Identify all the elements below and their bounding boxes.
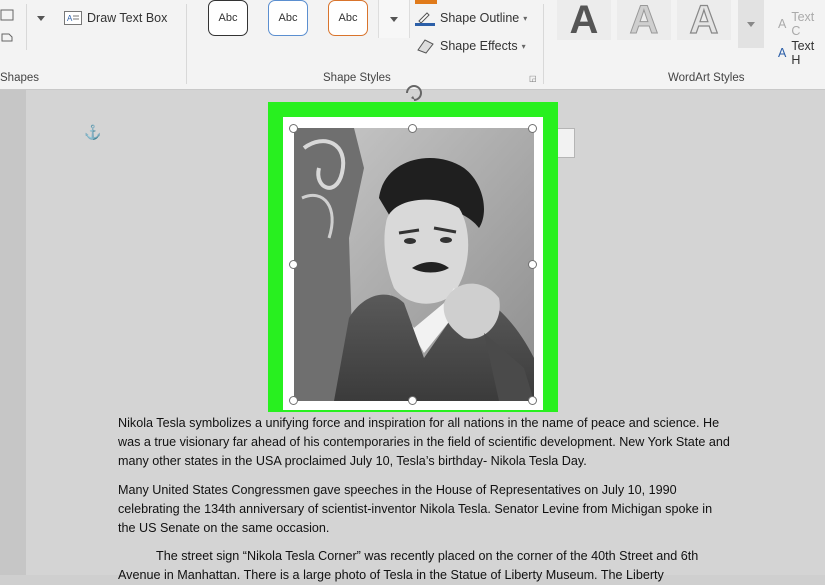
- text-fill-button[interactable]: A Text C: [778, 10, 825, 38]
- shape-icon-top[interactable]: [0, 6, 20, 24]
- paragraph-3: The street sign “Nikola Tesla Corner” wa…: [118, 549, 699, 582]
- shape-styles-more-icon[interactable]: [378, 0, 410, 38]
- resize-handle-top-left[interactable]: [289, 124, 298, 133]
- shape-outline-label: Shape Outline: [440, 11, 520, 25]
- separator: [186, 4, 187, 84]
- separator: [543, 4, 544, 84]
- resize-handle-bottom-left[interactable]: [289, 396, 298, 405]
- text-outline-icon: A: [778, 46, 787, 60]
- shapes-more-dropdown-icon[interactable]: [30, 8, 52, 28]
- wordart-more-icon[interactable]: [738, 0, 764, 48]
- resize-handle-top-center[interactable]: [408, 124, 417, 133]
- portrait-photo[interactable]: [294, 128, 534, 401]
- resize-handle-middle-left[interactable]: [289, 260, 298, 269]
- resize-handle-bottom-center[interactable]: [408, 396, 417, 405]
- left-margin-bar: [0, 90, 27, 575]
- draw-text-box-button[interactable]: A Draw Text Box: [64, 11, 167, 25]
- pen-icon: [415, 10, 435, 26]
- resize-handle-bottom-right[interactable]: [528, 396, 537, 405]
- rotate-handle-icon[interactable]: [402, 84, 426, 102]
- resize-handle-middle-right[interactable]: [528, 260, 537, 269]
- paragraph-1: Nikola Tesla symbolizes a unifying force…: [118, 416, 730, 468]
- text-outline-label: Text H: [791, 39, 815, 67]
- wordart-sample-3[interactable]: A: [677, 0, 731, 42]
- ribbon: A Draw Text Box Shapes Abc Abc Abc Shape…: [0, 0, 825, 90]
- anchor-icon: ⚓: [84, 124, 102, 140]
- text-fill-label: Text C: [791, 10, 815, 38]
- text-box-icon: A: [64, 11, 82, 25]
- svg-text:A: A: [67, 14, 73, 23]
- resize-handle-top-right[interactable]: [528, 124, 537, 133]
- wordart-styles-group-label: WordArt Styles: [668, 72, 745, 84]
- chevron-down-icon: ▾: [523, 13, 528, 23]
- shape-effects-icon: [415, 38, 435, 54]
- wordart-sample-2[interactable]: A: [617, 0, 671, 42]
- text-fill-icon: A: [778, 17, 787, 31]
- shape-styles-dialog-launcher-icon[interactable]: ◲: [529, 74, 537, 83]
- edit-shape-icon[interactable]: [0, 28, 20, 46]
- chevron-down-icon: ▾: [521, 41, 526, 51]
- shape-effects-label: Shape Effects: [440, 39, 518, 53]
- shape-style-preset-3[interactable]: Abc: [328, 0, 368, 36]
- paragraph-2: Many United States Congressmen gave spee…: [118, 483, 713, 535]
- shape-style-preset-1[interactable]: Abc: [208, 0, 248, 36]
- shape-style-preset-2[interactable]: Abc: [268, 0, 308, 36]
- separator: [26, 4, 27, 50]
- wordart-sample-1[interactable]: A: [557, 0, 611, 42]
- shape-styles-group-label: Shape Styles: [323, 72, 391, 84]
- shape-outline-button[interactable]: Shape Outline ▾: [415, 10, 527, 26]
- draw-text-box-label: Draw Text Box: [87, 11, 168, 25]
- shape-effects-button[interactable]: Shape Effects ▾: [415, 38, 526, 54]
- shapes-group-label: Shapes: [0, 72, 40, 84]
- text-outline-button[interactable]: A Text H: [778, 39, 825, 67]
- shape-fill-color-indicator: [415, 0, 437, 4]
